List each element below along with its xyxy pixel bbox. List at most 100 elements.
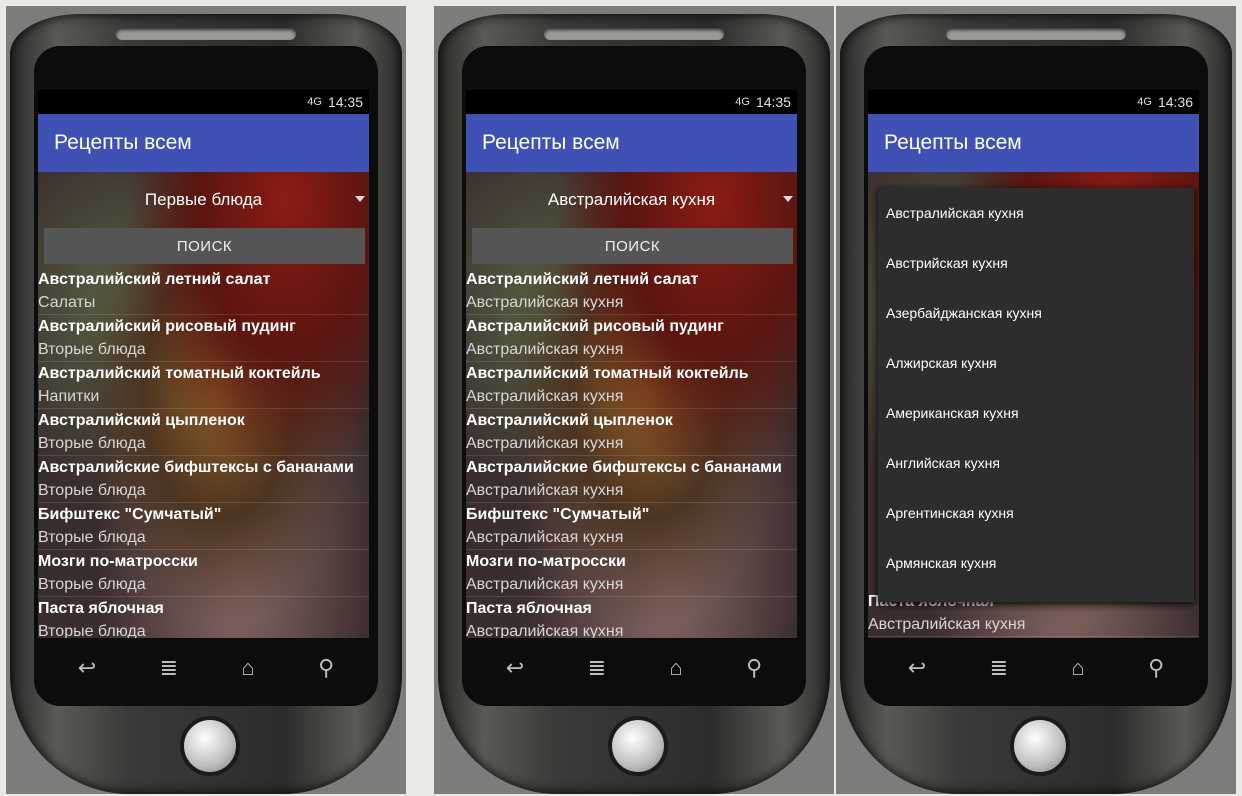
screen: 4G 14:35 Рецепты всем Первые блюда ПОИСК… [38, 90, 369, 638]
recipe-list: Австралийский летний салат Салаты Австрал… [38, 268, 369, 638]
menu-icon[interactable]: ≣ [160, 655, 178, 681]
signal-icon: 4G [307, 96, 322, 108]
category-spinner[interactable]: Австралийская кухня [466, 172, 797, 228]
list-item[interactable]: Австралийский рисовый пудинг Австралийска… [466, 315, 797, 362]
dropdown-option[interactable]: Аргентинская кухня [878, 488, 1194, 538]
hardware-home-button[interactable] [1010, 716, 1070, 776]
recipe-category: Вторые блюда [38, 529, 146, 546]
clock: 14:35 [327, 94, 363, 110]
recipe-category: Австралийская кухня [466, 294, 624, 311]
list-item[interactable]: Австралийский цыпленок Австралийская кухн… [466, 409, 797, 456]
search-button[interactable]: ПОИСК [44, 228, 365, 264]
recipe-title: Австралийский летний салат [38, 271, 271, 288]
recipe-title: Австралийский рисовый пудинг [38, 318, 296, 335]
list-item[interactable]: Австралийский летний салат Салаты [38, 268, 369, 315]
hardware-home-button[interactable] [608, 716, 668, 776]
recipe-title: Австралийский цыпленок [466, 412, 673, 429]
app-title: Рецепты всем [38, 114, 369, 172]
menu-icon[interactable]: ≣ [990, 655, 1008, 681]
nav-bar: ↩ ≣ ⌂ ⚲ [474, 646, 794, 690]
list-item[interactable]: Австралийский рисовый пудинг Вторые блюда [38, 315, 369, 362]
spinner-value: Первые блюда [144, 190, 263, 209]
list-item[interactable]: Австралийский томатный коктейль Австралий… [466, 362, 797, 409]
recipe-category: Австралийская кухня [868, 616, 1026, 633]
phone-3: 4G 14:36 Рецепты всем Паста яблочнаяАвст… [836, 6, 1236, 794]
list-item[interactable]: Мозги по-матросски Австралийская кухня [466, 550, 797, 597]
spinner-value: Австралийская кухня [547, 190, 716, 209]
recipe-category: Австралийская кухня [466, 388, 624, 405]
dropdown-option[interactable]: Австралийская кухня [878, 188, 1194, 238]
dropdown-option[interactable]: Английская кухня [878, 438, 1194, 488]
list-item[interactable]: Австралийский летний салат Австралийская … [466, 268, 797, 315]
home-icon[interactable]: ⌂ [241, 655, 254, 681]
list-item[interactable]: Паста яблочная Австралийская кухня [466, 597, 797, 638]
recipe-title: Бифштекс "Сумчатый" [38, 506, 222, 523]
clock: 14:36 [1157, 94, 1193, 110]
screen: 4G 14:35 Рецепты всем Австралийская кухн… [466, 90, 797, 638]
search-button[interactable]: ПОИСК [472, 228, 793, 264]
status-bar: 4G 14:35 [38, 90, 369, 114]
dropdown-option[interactable]: Австрийская кухня [878, 238, 1194, 288]
menu-icon[interactable]: ≣ [588, 655, 606, 681]
recipe-category: Австралийская кухня [466, 435, 624, 452]
search-icon[interactable]: ⚲ [318, 655, 334, 681]
recipe-title: Австралийский рисовый пудинг [466, 318, 724, 335]
recipe-title: Австралийские бифштексы с бананами [466, 459, 782, 476]
signal-icon: 4G [735, 96, 750, 108]
recipe-title: Австралийский томатный коктейль [466, 365, 749, 382]
recipe-category: Напитки [38, 388, 100, 405]
nav-bar: ↩ ≣ ⌂ ⚲ [46, 646, 366, 690]
recipe-category: Австралийская кухня [466, 576, 624, 593]
list-item[interactable]: Австралийские бифштексы с бананами Вторые… [38, 456, 369, 503]
recipe-category: Австралийская кухня [466, 341, 624, 358]
recipe-title: Мозги по-матросски [38, 553, 198, 570]
list-item[interactable]: Бифштекс "Сумчатый" Вторые блюда [38, 503, 369, 550]
recipe-category: Вторые блюда [38, 576, 146, 593]
search-icon[interactable]: ⚲ [1148, 655, 1164, 681]
recipe-title: Бифштекс "Сумчатый" [466, 506, 650, 523]
recipe-category: Австралийская кухня [466, 482, 624, 499]
category-spinner[interactable]: Первые блюда [38, 172, 369, 228]
back-icon[interactable]: ↩ [78, 655, 96, 681]
back-icon[interactable]: ↩ [908, 655, 926, 681]
recipe-category: Вторые блюда [38, 482, 146, 499]
back-icon[interactable]: ↩ [506, 655, 524, 681]
dropdown-option[interactable]: Американская кухня [878, 388, 1194, 438]
list-item[interactable]: Австралийский томатный коктейль Напитки [38, 362, 369, 409]
app-title: Рецепты всем [466, 114, 797, 172]
search-icon[interactable]: ⚲ [746, 655, 762, 681]
category-dropdown: Австралийская кухня Австрийская кухня Аз… [878, 188, 1194, 602]
speaker [946, 28, 1126, 40]
recipe-category: Вторые блюда [38, 435, 146, 452]
recipe-list: Австралийский летний салат Австралийская … [466, 268, 797, 638]
home-icon[interactable]: ⌂ [669, 655, 682, 681]
home-icon[interactable]: ⌂ [1071, 655, 1084, 681]
recipe-title: Австралийский томатный коктейль [38, 365, 321, 382]
signal-icon: 4G [1137, 96, 1152, 108]
dropdown-arrow-icon [783, 196, 793, 202]
recipe-title: Австралийский цыпленок [38, 412, 245, 429]
recipe-category: Салаты [38, 294, 96, 311]
dropdown-option[interactable]: Азербайджанская кухня [878, 288, 1194, 338]
status-bar: 4G 14:36 [868, 90, 1199, 114]
screen: 4G 14:36 Рецепты всем Паста яблочнаяАвст… [868, 90, 1199, 638]
dropdown-option[interactable]: Армянская кухня [878, 538, 1194, 588]
speaker [116, 28, 296, 40]
list-item[interactable]: Паста яблочная Вторые блюда [38, 597, 369, 638]
list-item[interactable]: Австралийские бифштексы с бананами Австра… [466, 456, 797, 503]
recipe-title: Паста яблочная [466, 600, 592, 617]
dropdown-arrow-icon [355, 196, 365, 202]
list-item[interactable]: Бифштекс "Сумчатый" Австралийская кухня [466, 503, 797, 550]
dropdown-option[interactable]: Алжирская кухня [878, 338, 1194, 388]
recipe-title: Мозги по-матросски [466, 553, 626, 570]
hardware-home-button[interactable] [180, 716, 240, 776]
app-title: Рецепты всем [868, 114, 1199, 172]
recipe-title: Паста яблочная [38, 600, 164, 617]
recipe-title: Австралийский летний салат [466, 271, 699, 288]
status-bar: 4G 14:35 [466, 90, 797, 114]
recipe-category: Австралийская кухня [466, 529, 624, 546]
list-item[interactable]: Мозги по-матросски Вторые блюда [38, 550, 369, 597]
phone-1: 4G 14:35 Рецепты всем Первые блюда ПОИСК… [6, 6, 406, 794]
list-item[interactable]: Австралийский цыпленок Вторые блюда [38, 409, 369, 456]
clock: 14:35 [755, 94, 791, 110]
